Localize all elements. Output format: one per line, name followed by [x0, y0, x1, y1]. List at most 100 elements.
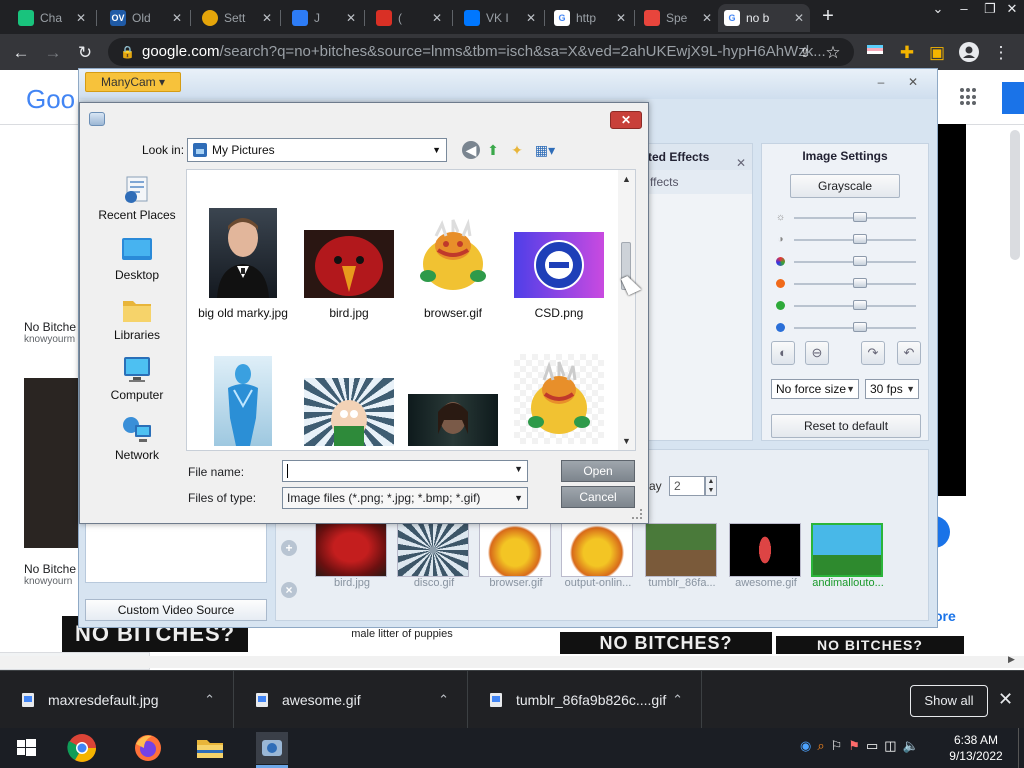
file-item[interactable]: CSD.png: [507, 232, 611, 320]
add-media-icon[interactable]: +: [281, 540, 297, 556]
back-icon[interactable]: ←: [10, 42, 32, 64]
forward-icon[interactable]: →: [42, 42, 64, 64]
close-tab-icon[interactable]: ✕: [522, 11, 536, 25]
display-icon[interactable]: ▭: [866, 738, 878, 754]
blue-slider[interactable]: [776, 322, 916, 334]
close-tab-icon[interactable]: ✕: [612, 11, 626, 25]
address-bar[interactable]: 🔒 google.com/search?q=no+bitches&source=…: [108, 38, 854, 66]
place-desktop[interactable]: Desktop: [88, 235, 186, 291]
manycam-taskbar-icon[interactable]: [256, 732, 288, 764]
scroll-up-arrow-icon[interactable]: ▲: [618, 174, 635, 184]
dialog-close-button[interactable]: ✕: [610, 111, 642, 129]
slider-thumb[interactable]: [853, 256, 868, 266]
tab-active-search[interactable]: G no b ✕: [718, 4, 810, 32]
flip-horizontal-icon[interactable]: ◐: [771, 341, 795, 365]
slider-thumb[interactable]: [853, 212, 868, 222]
rotate-left-icon[interactable]: ↶: [897, 341, 921, 365]
grayscale-button[interactable]: Grayscale: [790, 174, 900, 198]
meme-thumbnail[interactable]: NO BITCHES?: [776, 636, 964, 654]
scroll-right-arrow-icon[interactable]: ▶: [1008, 654, 1015, 665]
apps-grid-icon[interactable]: [960, 88, 978, 106]
system-clock[interactable]: 6:38 AM 9/13/2022: [940, 732, 1012, 764]
files-of-type-dropdown[interactable]: Image files (*.png; *.jpg; *.bmp; *.gif)…: [282, 487, 528, 509]
place-libraries[interactable]: Libraries: [88, 295, 186, 351]
close-tab-icon[interactable]: ✕: [72, 11, 86, 25]
tab-mail[interactable]: ( ✕: [370, 4, 448, 32]
remove-media-icon[interactable]: ×: [281, 582, 297, 598]
reset-to-default-button[interactable]: Reset to default: [771, 414, 921, 438]
saturation-slider[interactable]: [776, 256, 916, 268]
close-icon[interactable]: ✕: [998, 689, 1013, 709]
close-tab-icon[interactable]: ✕: [790, 11, 804, 25]
file-name-input[interactable]: ▼: [282, 460, 528, 482]
scroll-down-arrow-icon[interactable]: ▼: [618, 436, 635, 446]
brightness-slider[interactable]: ☼: [776, 212, 916, 224]
chevron-up-icon[interactable]: ⌃: [204, 671, 215, 729]
result-item[interactable]: No Bitche knowyourm: [24, 320, 76, 345]
slider-thumb[interactable]: [853, 278, 868, 288]
chevron-up-icon[interactable]: ⌃: [672, 671, 683, 729]
network-flag-icon[interactable]: ⚐: [831, 738, 843, 754]
green-slider[interactable]: [776, 300, 916, 312]
search-icon[interactable]: ⌕: [817, 738, 824, 754]
chevron-up-icon[interactable]: ⌃: [438, 671, 449, 729]
cancel-button[interactable]: Cancel: [561, 486, 635, 508]
close-tab-icon[interactable]: ✕: [428, 11, 442, 25]
rotate-right-icon[interactable]: ↷: [861, 341, 885, 365]
media-strip-item[interactable]: output-onlin...: [561, 523, 635, 595]
minimize-icon[interactable]: –: [869, 75, 893, 91]
tab-http[interactable]: G http ✕: [548, 4, 632, 32]
download-item[interactable]: maxresdefault.jpg ⌃: [0, 671, 234, 729]
close-icon[interactable]: ✕: [736, 150, 746, 176]
red-slider[interactable]: [776, 278, 916, 290]
slider-thumb[interactable]: [853, 234, 868, 244]
star-icon[interactable]: ☆: [822, 42, 844, 64]
firefox-icon[interactable]: [132, 732, 164, 764]
place-computer[interactable]: Computer: [88, 355, 186, 411]
volume-icon[interactable]: 🔈: [903, 738, 919, 754]
close-window-icon[interactable]: ✕: [998, 0, 1024, 20]
tab-speed[interactable]: Spe ✕: [638, 4, 718, 32]
avatar-icon[interactable]: [958, 42, 980, 64]
reload-icon[interactable]: ↻: [74, 42, 96, 64]
open-button[interactable]: Open: [561, 460, 635, 482]
file-item[interactable]: [191, 356, 295, 446]
file-list-scrollbar[interactable]: ▲ ▼: [618, 170, 635, 450]
chrome-icon[interactable]: [66, 732, 98, 764]
file-item[interactable]: [401, 394, 505, 446]
kebab-menu-icon[interactable]: ⋮: [990, 42, 1012, 64]
delay-input[interactable]: 2: [669, 476, 705, 496]
meme-thumbnail[interactable]: NO BITCHES?: [560, 632, 772, 654]
slider-thumb[interactable]: [853, 300, 868, 310]
slider-thumb[interactable]: [853, 322, 868, 332]
page-scrollbar[interactable]: [1010, 130, 1020, 260]
custom-video-source-button[interactable]: Custom Video Source: [85, 599, 267, 621]
media-strip-item[interactable]: awesome.gif: [729, 523, 803, 595]
tab-old[interactable]: OV Old ✕: [104, 4, 188, 32]
sign-in-button[interactable]: [1002, 82, 1024, 114]
media-strip-item[interactable]: browser.gif: [479, 523, 553, 595]
show-all-button[interactable]: Show all: [910, 685, 988, 717]
contrast-slider[interactable]: ◑: [776, 234, 916, 246]
media-strip-item[interactable]: tumblr_86fa...: [645, 523, 719, 595]
flip-vertical-icon[interactable]: ⊖: [805, 341, 829, 365]
file-item[interactable]: [297, 378, 401, 446]
fps-select[interactable]: 30 fps ▼: [865, 379, 919, 399]
close-tab-icon[interactable]: ✕: [168, 11, 182, 25]
windows-start-icon[interactable]: [10, 732, 42, 764]
sync-icon[interactable]: ◉: [800, 738, 811, 754]
tab-vk[interactable]: VK I ✕: [458, 4, 542, 32]
media-strip-item-selected[interactable]: andimallouto...: [811, 523, 885, 595]
view-menu-icon[interactable]: ▦▾: [532, 141, 558, 159]
horizontal-scrollbar[interactable]: [0, 656, 1024, 668]
back-icon[interactable]: ◀: [462, 141, 480, 159]
extension-flag-icon[interactable]: [864, 42, 886, 64]
resize-grip[interactable]: [632, 509, 642, 519]
result-thumb[interactable]: [24, 378, 78, 548]
download-item[interactable]: awesome.gif ⌃: [234, 671, 468, 729]
file-item[interactable]: bird.jpg: [297, 230, 401, 320]
place-recent-places[interactable]: Recent Places: [88, 175, 186, 231]
close-tab-icon[interactable]: ✕: [698, 11, 712, 25]
file-item[interactable]: browser.gif: [401, 216, 505, 320]
media-strip-item[interactable]: disco.gif: [397, 523, 471, 595]
